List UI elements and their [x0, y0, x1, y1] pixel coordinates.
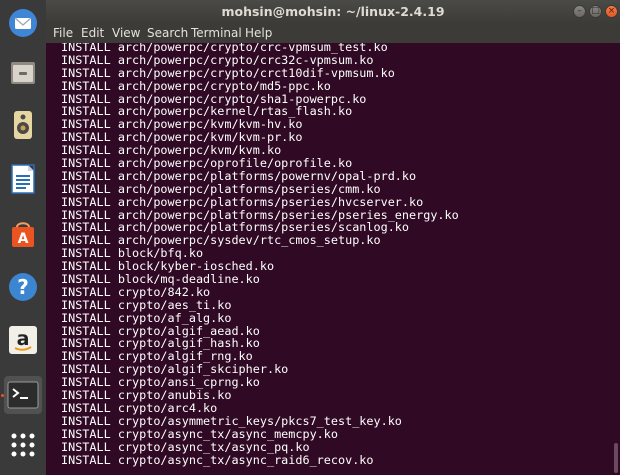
maximize-button[interactable]: □ [589, 5, 602, 18]
terminal-line: INSTALL crypto/asymmetric_keys/pkcs7_tes… [61, 413, 402, 428]
ubuntu-software-icon[interactable]: A [4, 215, 42, 253]
minimize-button[interactable]: – [573, 5, 586, 18]
terminal-line: INSTALL arch/powerpc/crypto/crc32c-vpmsu… [61, 52, 374, 67]
help-icon[interactable]: ? [4, 268, 42, 306]
window-titlebar[interactable]: mohsin@mohsin: ~/linux-2.4.19 – □ × [46, 0, 620, 25]
menu-search[interactable]: Search [147, 26, 188, 40]
close-button[interactable]: × [605, 5, 618, 18]
terminal-line: INSTALL arch/powerpc/crypto/md5-ppc.ko [61, 78, 331, 93]
terminal-line: INSTALL arch/powerpc/platforms/pseries/c… [61, 181, 381, 196]
terminal-line: INSTALL crypto/async_tx/async_raid6_reco… [61, 452, 374, 467]
libreoffice-writer-icon[interactable] [4, 160, 42, 198]
terminal-line: INSTALL arch/powerpc/platforms/powernv/o… [61, 168, 417, 183]
menu-bar: File Edit View Search Terminal Help [46, 24, 620, 43]
menu-file[interactable]: File [53, 26, 73, 40]
svg-text:?: ? [17, 275, 29, 299]
menu-terminal[interactable]: Terminal [191, 26, 242, 40]
terminal-scrollbar[interactable] [612, 43, 620, 475]
terminal-line: INSTALL crypto/arc4.ko [61, 400, 218, 415]
menu-view[interactable]: View [112, 26, 140, 40]
terminal-line: INSTALL arch/powerpc/crypto/crct10dif-vp… [61, 65, 395, 80]
menu-edit[interactable]: Edit [81, 26, 104, 40]
scrollbar-thumb[interactable] [614, 443, 618, 473]
window-title: mohsin@mohsin: ~/linux-2.4.19 [221, 4, 445, 19]
files-icon[interactable] [4, 54, 42, 92]
terminal-line: INSTALL crypto/af_alg.ko [61, 310, 232, 325]
svg-text:a: a [17, 328, 30, 350]
terminal-line: INSTALL arch/powerpc/platforms/pseries/h… [61, 194, 424, 209]
amazon-icon[interactable]: a [4, 321, 42, 359]
thunderbird-mail-icon[interactable] [4, 4, 42, 42]
terminal-line: INSTALL crypto/async_tx/async_pq.ko [61, 439, 310, 454]
terminal-text: INSTALL arch/powerpc/crypto/crc-vpmsum_t… [61, 43, 459, 466]
show-applications-icon[interactable] [4, 426, 42, 464]
rhythmbox-speaker-icon[interactable] [4, 106, 42, 144]
launcher-dock: A ? a [0, 0, 46, 475]
svg-text:A: A [18, 231, 29, 247]
terminal-output[interactable]: INSTALL arch/powerpc/crypto/crc-vpmsum_t… [46, 43, 612, 475]
terminal-line: INSTALL crypto/aes_ti.ko [61, 297, 232, 312]
terminal-line: INSTALL arch/powerpc/oprofile/oprofile.k… [61, 156, 353, 171]
terminal-icon[interactable] [4, 376, 42, 414]
terminal-line: INSTALL crypto/842.ko [61, 284, 211, 299]
terminal-line: INSTALL crypto/anubis.ko [61, 388, 232, 403]
terminal-line: INSTALL crypto/async_tx/async_memcpy.ko [61, 426, 338, 441]
terminal-line: INSTALL block/mq-deadline.ko [61, 272, 260, 287]
menu-help[interactable]: Help [245, 26, 272, 40]
